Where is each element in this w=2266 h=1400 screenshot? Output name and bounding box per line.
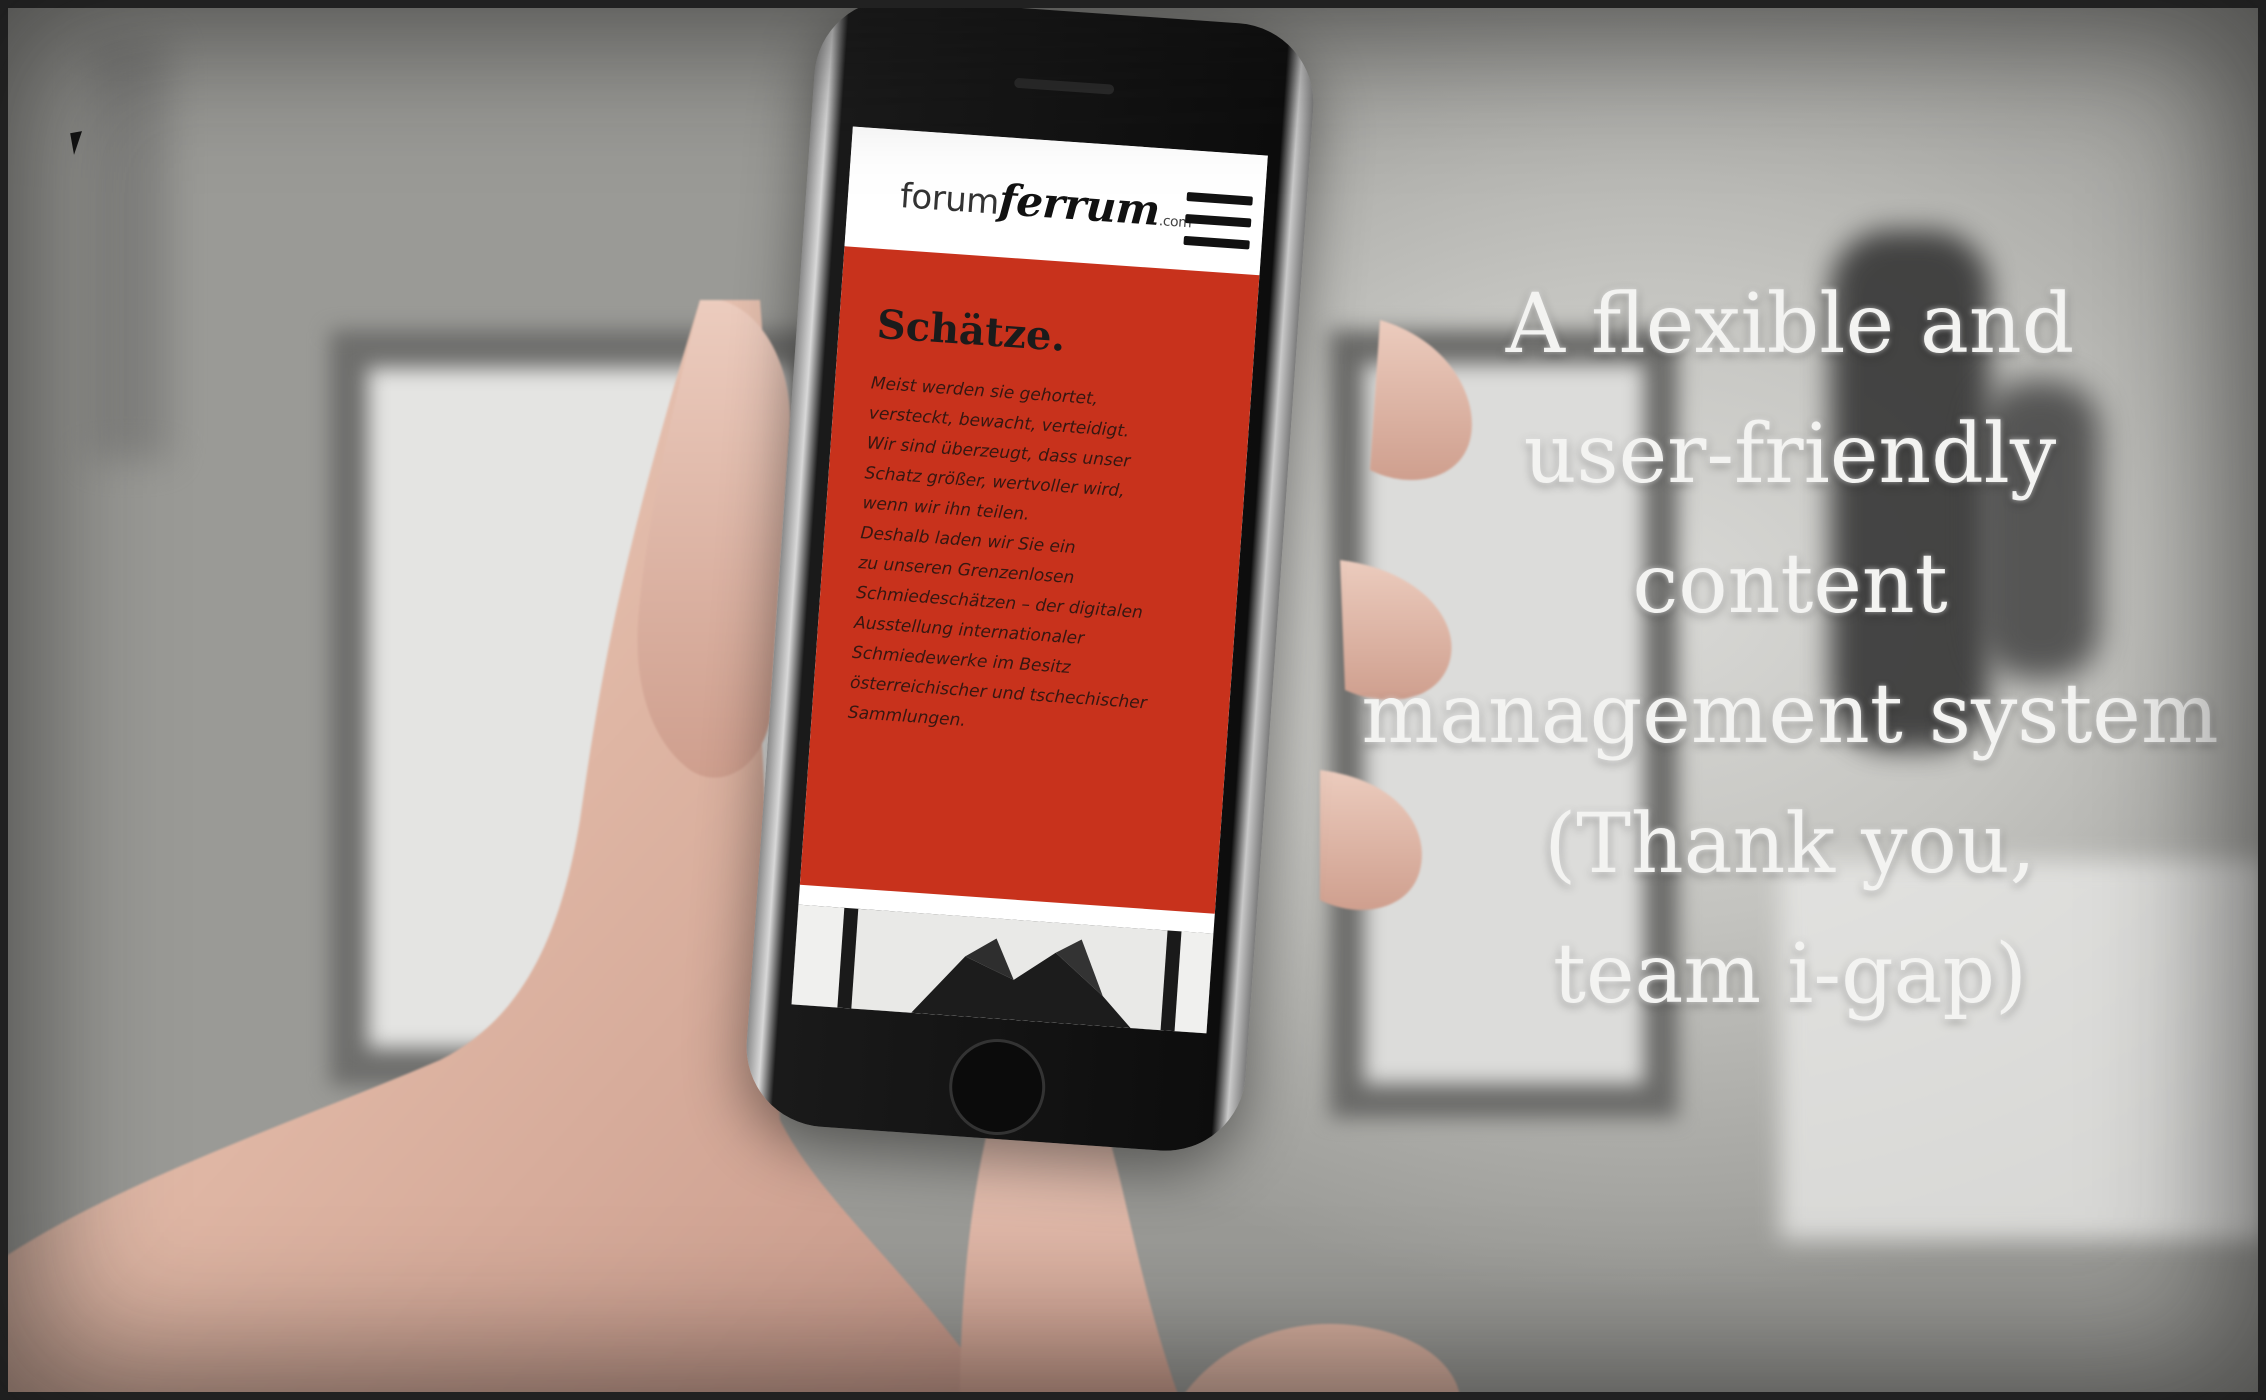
site-logo[interactable]: forumferrum.com xyxy=(899,168,1194,237)
caption-line: user-friendly xyxy=(1523,407,2057,502)
content-body: Meist werden sie gehortet, versteckt, be… xyxy=(847,368,1201,750)
logo-bold-text: ferrum xyxy=(997,174,1162,236)
hamburger-menu-icon[interactable] xyxy=(1183,192,1253,252)
logo-light-text: forum xyxy=(898,176,1001,223)
caption-line: A flexible and xyxy=(1505,277,2075,372)
photo-scene: forumferrum.com Schätze. Meist werden si… xyxy=(0,0,2266,1400)
phone-screen: forumferrum.com Schätze. Meist werden si… xyxy=(791,126,1268,1034)
arrow-cursor-icon xyxy=(70,131,86,155)
caption-line: content xyxy=(1632,537,1948,632)
gallery-image-left xyxy=(791,904,845,1008)
content-heading: Schätze. xyxy=(875,300,1068,361)
overlay-caption: A flexible and user-friendly content man… xyxy=(1340,260,2240,1040)
caption-line: management system xyxy=(1361,667,2219,762)
caption-line: team i-gap) xyxy=(1553,927,2027,1022)
caption-line: (Thank you, xyxy=(1544,797,2036,892)
smartphone: forumferrum.com Schätze. Meist werden si… xyxy=(741,0,1319,1157)
content-panel: Schätze. Meist werden sie gehortet, vers… xyxy=(799,246,1260,914)
